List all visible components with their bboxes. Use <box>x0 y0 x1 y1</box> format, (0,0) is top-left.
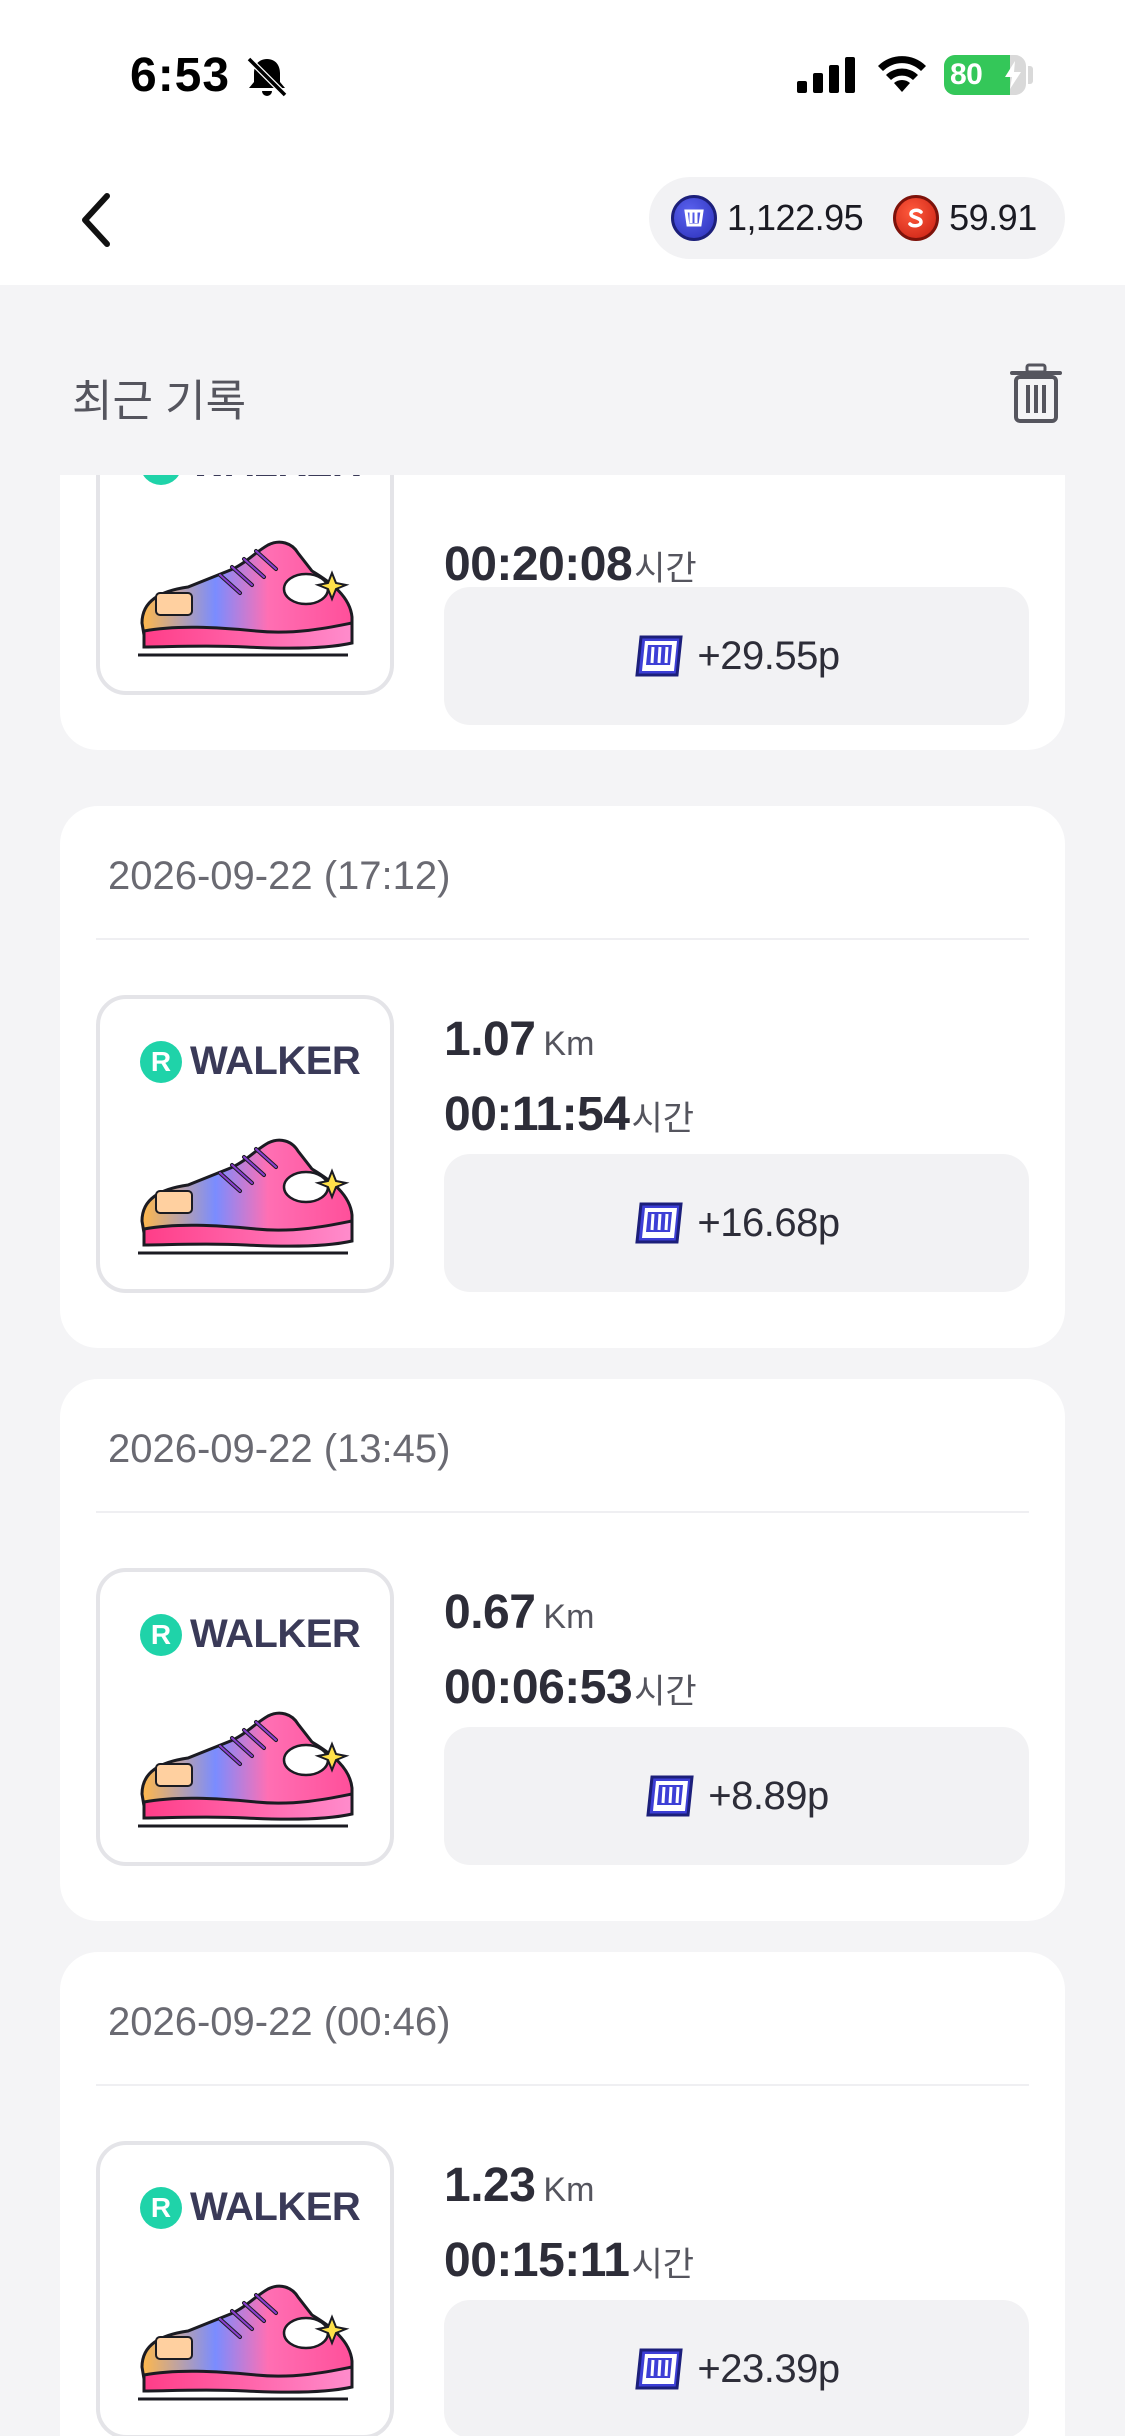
battery-percent: 80 <box>950 58 983 91</box>
time-value: 00:20:08 <box>444 538 633 591</box>
record-date: 2026-09-22 (13:45) <box>108 1427 451 1471</box>
time-value: 00:15:11 <box>444 2234 630 2287</box>
distance-value: 0.67 <box>444 1586 536 1639</box>
shoe-thumbnail: R WALKER <box>96 1568 394 1866</box>
trash-icon[interactable] <box>1008 363 1064 423</box>
sneaker-image <box>136 540 354 657</box>
brand-label: R WALKER <box>140 1612 361 1657</box>
divider <box>96 2084 1029 2086</box>
record-distance: 0.67 Km <box>444 1585 594 1640</box>
charging-bolt-icon <box>1005 61 1021 89</box>
time-value: 00:11:54 <box>444 1088 630 1141</box>
record-date: 2026-09-22 (17:12) <box>108 854 451 898</box>
time-value: 00:06:53 <box>444 1661 633 1714</box>
brand-name: WALKER <box>190 1039 361 1083</box>
record-time: 00:15:11 시간 <box>444 2233 694 2288</box>
top-header: 1,122.95 59.91 <box>0 150 1125 285</box>
bell-slash-icon <box>246 56 288 98</box>
shoe-thumbnail: R WALKER <box>96 2141 394 2436</box>
record-card[interactable]: 2026-09-22 (17:12) R WALKER 1.07 Km 00:1… <box>60 806 1065 1348</box>
section-header: 최근 기록 <box>0 285 1125 475</box>
reward-box: +8.89p <box>444 1727 1029 1865</box>
brand-logo-icon: R <box>140 1040 182 1083</box>
record-time: 00:20:08 시간 <box>444 537 697 592</box>
w-point-icon <box>635 1202 683 1244</box>
status-bar: 6:53 80 <box>0 0 1125 150</box>
w-point-icon <box>635 2348 683 2390</box>
cellular-signal-icon <box>797 57 855 93</box>
section-title: 최근 기록 <box>72 377 247 426</box>
reward-box: +23.39p <box>444 2300 1029 2436</box>
record-card[interactable]: 2026-09-22 (13:45) R WALKER 0.67 Km 00:0… <box>60 1379 1065 1921</box>
time-unit: 시간 <box>631 1100 695 1138</box>
divider <box>96 938 1029 940</box>
sneaker-image <box>136 1138 354 1255</box>
wifi-icon <box>878 56 926 92</box>
record-date: 2026-09-22 (00:46) <box>108 2000 451 2044</box>
back-button[interactable] <box>60 180 130 260</box>
time-unit: 시간 <box>631 2246 695 2284</box>
reward-value: +23.39p <box>697 2346 840 2391</box>
brand-logo-icon: R <box>140 2186 182 2229</box>
balance-pill[interactable]: 1,122.95 59.91 <box>649 177 1065 259</box>
brand-label: R WALKER <box>140 2185 361 2230</box>
shoe-thumbnail: R WALKER <box>96 995 394 1293</box>
status-time: 6:53 <box>130 49 231 102</box>
battery-indicator: 80 <box>944 55 1026 95</box>
brand-logo-icon: R <box>140 475 182 485</box>
w-point-icon <box>635 635 683 677</box>
sneaker-image <box>136 1711 354 1828</box>
record-time: 00:11:54 시간 <box>444 1087 694 1142</box>
brand-label: R WALKER <box>140 1039 361 1084</box>
brand-name: WALKER <box>190 1612 361 1656</box>
time-unit: 시간 <box>634 550 697 588</box>
divider <box>96 1511 1029 1513</box>
distance-unit: Km <box>543 1598 595 1636</box>
distance-unit: Km <box>543 2171 595 2209</box>
battery-nub <box>1028 66 1033 84</box>
record-list[interactable]: R WALKER 00:20:08 시간 +29.55p 2026-09-22 … <box>0 475 1125 2436</box>
reward-value: +16.68p <box>697 1200 840 1245</box>
reward-box: +16.68p <box>444 1154 1029 1292</box>
reward-value: +29.55p <box>697 633 840 678</box>
distance-value: 1.07 <box>444 1013 536 1066</box>
brand-label: R WALKER <box>140 475 361 486</box>
w-point-balance: 1,122.95 <box>727 197 864 238</box>
record-card[interactable]: R WALKER 00:20:08 시간 +29.55p <box>60 475 1065 750</box>
time-unit: 시간 <box>634 1673 697 1711</box>
brand-name: WALKER <box>190 475 361 486</box>
s-point-balance: 59.91 <box>949 197 1037 238</box>
distance-value: 1.23 <box>444 2159 536 2212</box>
brand-logo-icon: R <box>140 1613 182 1656</box>
distance-unit: Km <box>543 1025 595 1063</box>
reward-box: +29.55p <box>444 587 1029 725</box>
brand-name: WALKER <box>190 2185 361 2229</box>
record-card[interactable]: 2026-09-22 (00:46) R WALKER 1.23 Km 00:1… <box>60 1952 1065 2436</box>
s-coin-icon <box>893 195 940 241</box>
shoe-thumbnail: R WALKER <box>96 475 394 695</box>
reward-value: +8.89p <box>708 1773 829 1818</box>
w-point-icon <box>646 1775 694 1817</box>
sneaker-image <box>136 2284 354 2401</box>
chevron-left-icon <box>82 193 110 247</box>
record-distance: 1.23 Km <box>444 2158 594 2213</box>
w-coin-icon <box>671 195 717 241</box>
record-distance: 1.07 Km <box>444 1012 594 1067</box>
record-time: 00:06:53 시간 <box>444 1660 697 1715</box>
